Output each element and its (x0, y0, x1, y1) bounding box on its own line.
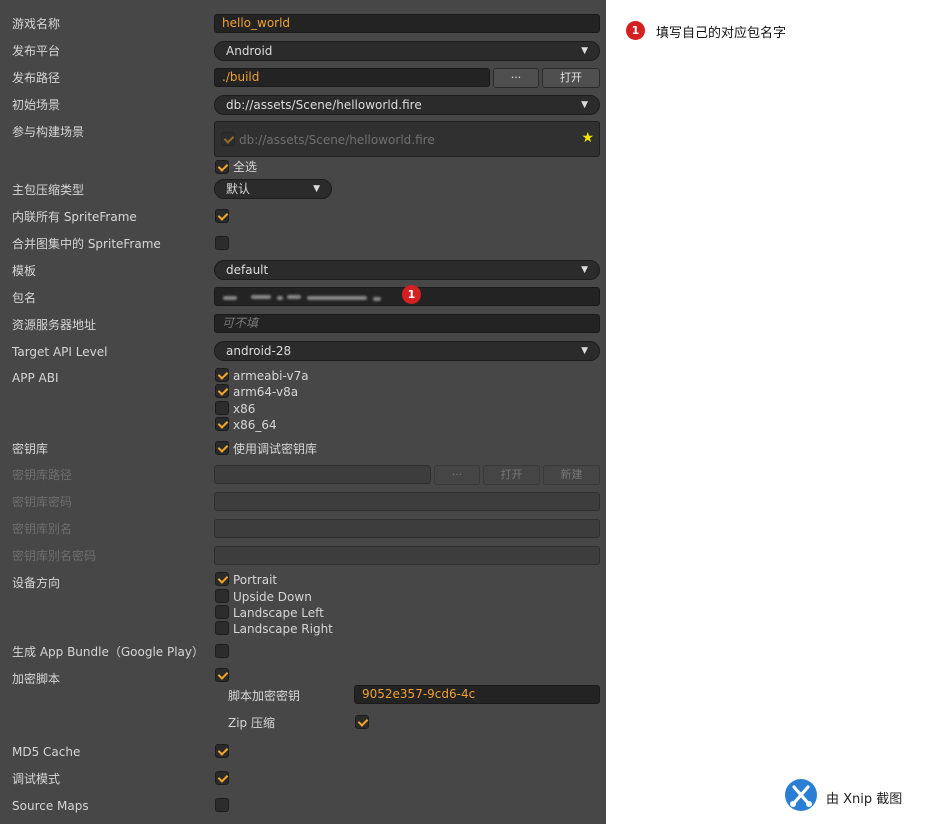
platform-label: 发布平台 (12, 44, 61, 58)
chevron-down-icon: ▼ (581, 346, 588, 356)
merge-sprite-label: 合并图集中的 SpriteFrame (12, 237, 161, 251)
keystore-path-label: 密钥库路径 (12, 468, 73, 482)
keystore-password-label: 密钥库密码 (12, 495, 73, 509)
orientation-portrait-label: Portrait (233, 573, 278, 587)
game-name-label: 游戏名称 (12, 17, 61, 31)
abi-arm64-v8a-checkbox[interactable] (215, 384, 229, 398)
package-name-label: 包名 (12, 291, 37, 305)
md5-cache-checkbox[interactable] (215, 744, 229, 758)
orientation-upside-down-label: Upside Down (233, 590, 312, 604)
app-bundle-label: 生成 App Bundle（Google Play） (12, 645, 205, 659)
xnip-logo-icon (785, 779, 817, 811)
abi-armeabi-v7a-label: armeabi-v7a (233, 369, 309, 383)
keystore-alias-input[interactable] (214, 519, 600, 538)
annotation-note-badge: 1 (626, 21, 645, 40)
source-maps-checkbox[interactable] (215, 798, 229, 812)
orientation-upside-down-checkbox[interactable] (215, 589, 229, 603)
chevron-down-icon: ▼ (313, 184, 320, 194)
select-all-label: 全选 (233, 160, 258, 174)
chevron-down-icon: ▼ (581, 100, 588, 110)
debug-mode-label: 调试模式 (12, 772, 61, 786)
abi-x86-64-checkbox[interactable] (215, 417, 229, 431)
script-key-input[interactable]: 9052e357-9cd6-4c (354, 685, 600, 704)
template-label: 模板 (12, 264, 37, 278)
template-select[interactable]: default ▼ (214, 260, 600, 280)
platform-value: Android (226, 44, 273, 58)
start-scene-label: 初始场景 (12, 98, 61, 112)
keystore-browse-button[interactable]: ··· (434, 465, 480, 485)
included-scenes-label: 参与构建场景 (12, 125, 85, 139)
annotation-note: 填写自己的对应包名字 (656, 26, 787, 41)
blurred-text (251, 295, 271, 299)
script-key-label: 脚本加密密钥 (228, 689, 301, 703)
xnip-watermark-text: 由 Xnip 截图 (826, 792, 903, 807)
compress-type-value: 默认 (226, 182, 251, 196)
resource-server-label: 资源服务器地址 (12, 318, 97, 332)
target-api-select[interactable]: android-28 ▼ (214, 341, 600, 361)
blurred-text (277, 296, 283, 300)
abi-x86-label: x86 (233, 402, 256, 416)
keystore-alias-password-label: 密钥库别名密码 (12, 549, 97, 563)
md5-cache-label: MD5 Cache (12, 745, 81, 759)
keystore-new-button[interactable]: 新建 (543, 465, 600, 485)
blurred-text (287, 295, 301, 299)
inline-sprite-checkbox[interactable] (215, 209, 229, 223)
browse-build-path-button[interactable]: ··· (493, 68, 539, 88)
app-bundle-checkbox[interactable] (215, 644, 229, 658)
compress-type-select[interactable]: 默认 ▼ (214, 179, 332, 199)
blurred-text (223, 296, 237, 300)
included-scenes-list: db://assets/Scene/helloworld.fire ★ (214, 121, 600, 157)
keystore-alias-password-input[interactable] (214, 546, 600, 565)
orientation-label: 设备方向 (12, 576, 61, 590)
scene-item-path: db://assets/Scene/helloworld.fire (239, 133, 435, 147)
start-scene-value: db://assets/Scene/helloworld.fire (226, 98, 422, 112)
zip-compress-label: Zip 压缩 (228, 716, 275, 730)
start-scene-select[interactable]: db://assets/Scene/helloworld.fire ▼ (214, 95, 600, 115)
source-maps-label: Source Maps (12, 799, 89, 813)
orientation-portrait-checkbox[interactable] (215, 572, 229, 586)
keystore-alias-label: 密钥库别名 (12, 522, 73, 536)
annotation-badge: 1 (402, 285, 421, 304)
keystore-label: 密钥库 (12, 442, 49, 456)
zip-compress-checkbox[interactable] (355, 715, 369, 729)
abi-armeabi-v7a-checkbox[interactable] (215, 368, 229, 382)
abi-arm64-v8a-label: arm64-v8a (233, 385, 299, 399)
target-api-label: Target API Level (12, 345, 108, 359)
chevron-down-icon: ▼ (581, 46, 588, 56)
abi-x86-checkbox[interactable] (215, 401, 229, 415)
keystore-open-button[interactable]: 打开 (483, 465, 540, 485)
select-all-checkbox[interactable] (215, 160, 229, 174)
keystore-path-input[interactable] (214, 465, 431, 484)
open-build-path-button[interactable]: 打开 (542, 68, 600, 88)
blurred-text (307, 296, 367, 300)
platform-select[interactable]: Android ▼ (214, 41, 600, 61)
merge-sprite-checkbox[interactable] (215, 236, 229, 250)
orientation-landscape-left-checkbox[interactable] (215, 605, 229, 619)
build-path-label: 发布路径 (12, 71, 61, 85)
compress-type-label: 主包压缩类型 (12, 183, 85, 197)
build-settings-panel: 游戏名称 hello_world 发布平台 Android ▼ 发布路径 ./b… (0, 0, 606, 824)
star-icon[interactable]: ★ (581, 130, 594, 146)
scene-item-checkbox[interactable] (221, 132, 235, 146)
target-api-value: android-28 (226, 344, 292, 358)
resource-server-input[interactable]: 可不填 (214, 314, 600, 333)
orientation-landscape-left-label: Landscape Left (233, 606, 324, 620)
encrypt-js-label: 加密脚本 (12, 672, 61, 686)
keystore-password-input[interactable] (214, 492, 600, 511)
use-debug-keystore-checkbox[interactable] (215, 441, 229, 455)
template-value: default (226, 263, 269, 277)
abi-x86-64-label: x86_64 (233, 418, 277, 432)
chevron-down-icon: ▼ (581, 265, 588, 275)
orientation-landscape-right-checkbox[interactable] (215, 621, 229, 635)
inline-sprite-label: 内联所有 SpriteFrame (12, 210, 137, 224)
encrypt-js-checkbox[interactable] (215, 668, 229, 682)
debug-mode-checkbox[interactable] (215, 771, 229, 785)
resource-server-placeholder: 可不填 (222, 316, 259, 330)
blurred-text (373, 297, 381, 301)
app-abi-label: APP ABI (12, 371, 59, 385)
game-name-input[interactable]: hello_world (214, 14, 600, 33)
orientation-landscape-right-label: Landscape Right (233, 622, 333, 636)
build-path-input[interactable]: ./build (214, 68, 490, 87)
use-debug-keystore-label: 使用调试密钥库 (233, 442, 318, 456)
